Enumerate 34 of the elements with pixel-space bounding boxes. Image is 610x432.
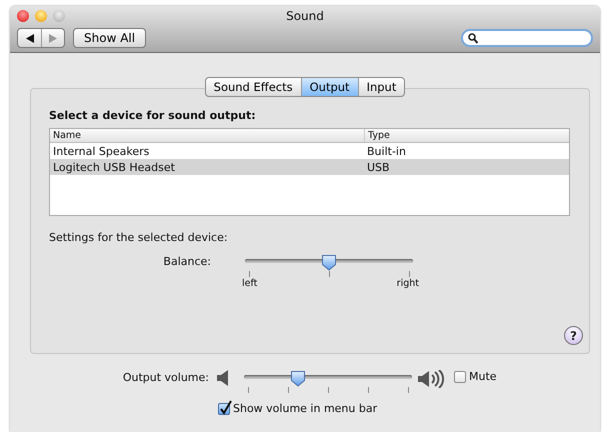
column-header[interactable]: Name bbox=[50, 129, 364, 142]
search-icon bbox=[468, 32, 478, 44]
tab[interactable]: Sound Effects bbox=[206, 78, 301, 96]
checkbox[interactable] bbox=[218, 402, 230, 414]
loud-speaker-icon bbox=[418, 370, 446, 388]
table-cell-text: USB bbox=[366, 160, 391, 175]
column-header[interactable]: Type bbox=[364, 129, 569, 142]
slider-thumb[interactable] bbox=[290, 370, 306, 387]
table-cell-text: Built-in bbox=[366, 144, 407, 159]
checkbox[interactable] bbox=[454, 370, 466, 382]
forward-arrow-icon bbox=[49, 34, 57, 42]
table-row[interactable]: Internal Speakers Built-in bbox=[50, 143, 569, 159]
section-heading: Select a device for sound output: bbox=[49, 109, 257, 122]
slider-track[interactable] bbox=[245, 254, 413, 268]
table-row[interactable]: Logitech USB Headset USB bbox=[50, 159, 569, 175]
table-cell-text: Logitech USB Headset bbox=[52, 160, 176, 175]
slider-label: left bbox=[242, 278, 258, 289]
tab[interactable]: Output bbox=[300, 78, 358, 96]
help-button[interactable]: ? bbox=[564, 326, 583, 345]
search-field[interactable] bbox=[461, 29, 593, 47]
back-arrow-icon bbox=[26, 34, 34, 42]
slider-thumb[interactable] bbox=[321, 254, 337, 271]
window-title: Sound bbox=[286, 8, 324, 25]
checkbox-label: Show volume in menu bar bbox=[233, 402, 378, 415]
balance-label: Balance: bbox=[162, 254, 211, 268]
table-cell-text: Internal Speakers bbox=[52, 144, 150, 159]
volume-label: Output volume: bbox=[122, 370, 209, 384]
speaker-icon bbox=[217, 370, 230, 386]
slider-track[interactable] bbox=[244, 370, 412, 384]
show-all-button[interactable]: Show All bbox=[73, 28, 146, 48]
slider-label: right bbox=[396, 278, 419, 289]
settings-label: Settings for the selected device: bbox=[49, 231, 229, 244]
close-button[interactable] bbox=[17, 10, 29, 22]
checkbox-label: Mute bbox=[469, 370, 497, 383]
